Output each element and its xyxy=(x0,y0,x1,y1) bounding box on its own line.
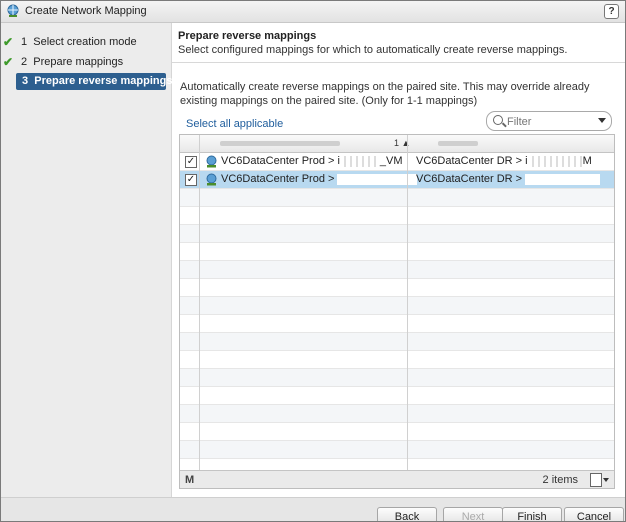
header-label-blurred xyxy=(220,141,340,146)
empty-row xyxy=(180,225,614,243)
empty-row xyxy=(180,243,614,261)
step-label: Select creation mode xyxy=(33,36,137,48)
empty-row xyxy=(180,297,614,315)
target-network-cell: VC6DataCenter DR > iM xyxy=(416,155,592,167)
page-title: Prepare reverse mappings xyxy=(178,30,317,42)
step-label: Prepare reverse mappings xyxy=(34,75,173,87)
cancel-button[interactable]: Cancel xyxy=(564,507,624,521)
checkbox-column-header xyxy=(180,135,199,152)
step-prepare-reverse-mappings[interactable]: 3 Prepare reverse mappings xyxy=(16,73,172,90)
description-text: Automatically create reverse mappings on… xyxy=(180,81,590,107)
empty-row xyxy=(180,207,614,225)
table-row[interactable]: ✓ VC6DataCenter Prod > VC6DataCenter DR … xyxy=(180,171,614,189)
mappings-grid: 1 ▲ ✓ VC6DataCenter Prod > i _VM VC6DataC… xyxy=(179,134,615,489)
empty-row xyxy=(180,333,614,351)
wizard-steps-sidebar: ✔ 1 Select creation mode ✔ 2 Prepare map… xyxy=(1,23,172,497)
row-checkbox[interactable]: ✓ xyxy=(185,156,197,168)
step-number: 2 xyxy=(21,56,28,68)
create-network-mapping-dialog: Create Network Mapping ? ✔ 1 Select crea… xyxy=(0,0,626,522)
column-chooser-icon[interactable]: M xyxy=(185,474,194,486)
empty-row xyxy=(180,261,614,279)
empty-row xyxy=(180,405,614,423)
source-network-cell: VC6DataCenter Prod > i _VM xyxy=(221,155,403,167)
source-network-cell: VC6DataCenter Prod > xyxy=(221,173,418,185)
empty-row xyxy=(180,387,614,405)
target-column-header[interactable] xyxy=(408,135,614,152)
table-row[interactable]: ✓ VC6DataCenter Prod > i _VM VC6DataCente… xyxy=(180,153,614,171)
row-checkbox[interactable]: ✓ xyxy=(185,174,197,186)
finish-button[interactable]: Finish xyxy=(502,507,562,521)
header-divider xyxy=(172,62,625,63)
empty-row xyxy=(180,369,614,387)
column-divider xyxy=(199,135,200,470)
empty-row xyxy=(180,315,614,333)
empty-row xyxy=(180,441,614,459)
dialog-title: Create Network Mapping xyxy=(25,5,147,17)
source-column-header[interactable] xyxy=(200,135,407,152)
checkmark-icon: ✔ xyxy=(3,55,14,69)
header-label-blurred xyxy=(438,141,478,146)
help-icon[interactable]: ? xyxy=(604,4,619,19)
title-bar: Create Network Mapping ? xyxy=(1,1,625,23)
page-subtitle: Select configured mappings for which to … xyxy=(178,44,568,56)
filter-box[interactable] xyxy=(486,111,612,131)
filter-input[interactable] xyxy=(505,113,593,130)
empty-row xyxy=(180,423,614,441)
step-number: 1 xyxy=(21,36,28,48)
chevron-down-icon[interactable] xyxy=(598,118,606,123)
export-icon[interactable] xyxy=(590,473,609,487)
next-button[interactable]: Next xyxy=(443,507,503,521)
network-icon xyxy=(206,155,217,168)
grid-header: 1 ▲ xyxy=(180,135,614,153)
network-icon xyxy=(206,173,217,186)
step-number: 3 xyxy=(22,75,29,87)
grid-footer: M 2 items xyxy=(180,470,614,488)
empty-row xyxy=(180,279,614,297)
empty-row xyxy=(180,189,614,207)
main-panel: Prepare reverse mappings Select configur… xyxy=(172,23,625,497)
back-button[interactable]: Back xyxy=(377,507,437,521)
checkmark-icon: ✔ xyxy=(3,35,14,49)
column-divider[interactable] xyxy=(407,135,408,470)
empty-row xyxy=(180,351,614,369)
target-network-cell: VC6DataCenter DR > xyxy=(416,173,601,185)
dialog-footer: Back Next Finish Cancel xyxy=(1,497,625,521)
step-label: Prepare mappings xyxy=(33,56,124,68)
network-mapping-icon xyxy=(7,4,19,17)
item-count: 2 items xyxy=(542,474,578,486)
search-icon xyxy=(493,115,503,125)
select-all-link[interactable]: Select all applicable xyxy=(186,118,283,130)
